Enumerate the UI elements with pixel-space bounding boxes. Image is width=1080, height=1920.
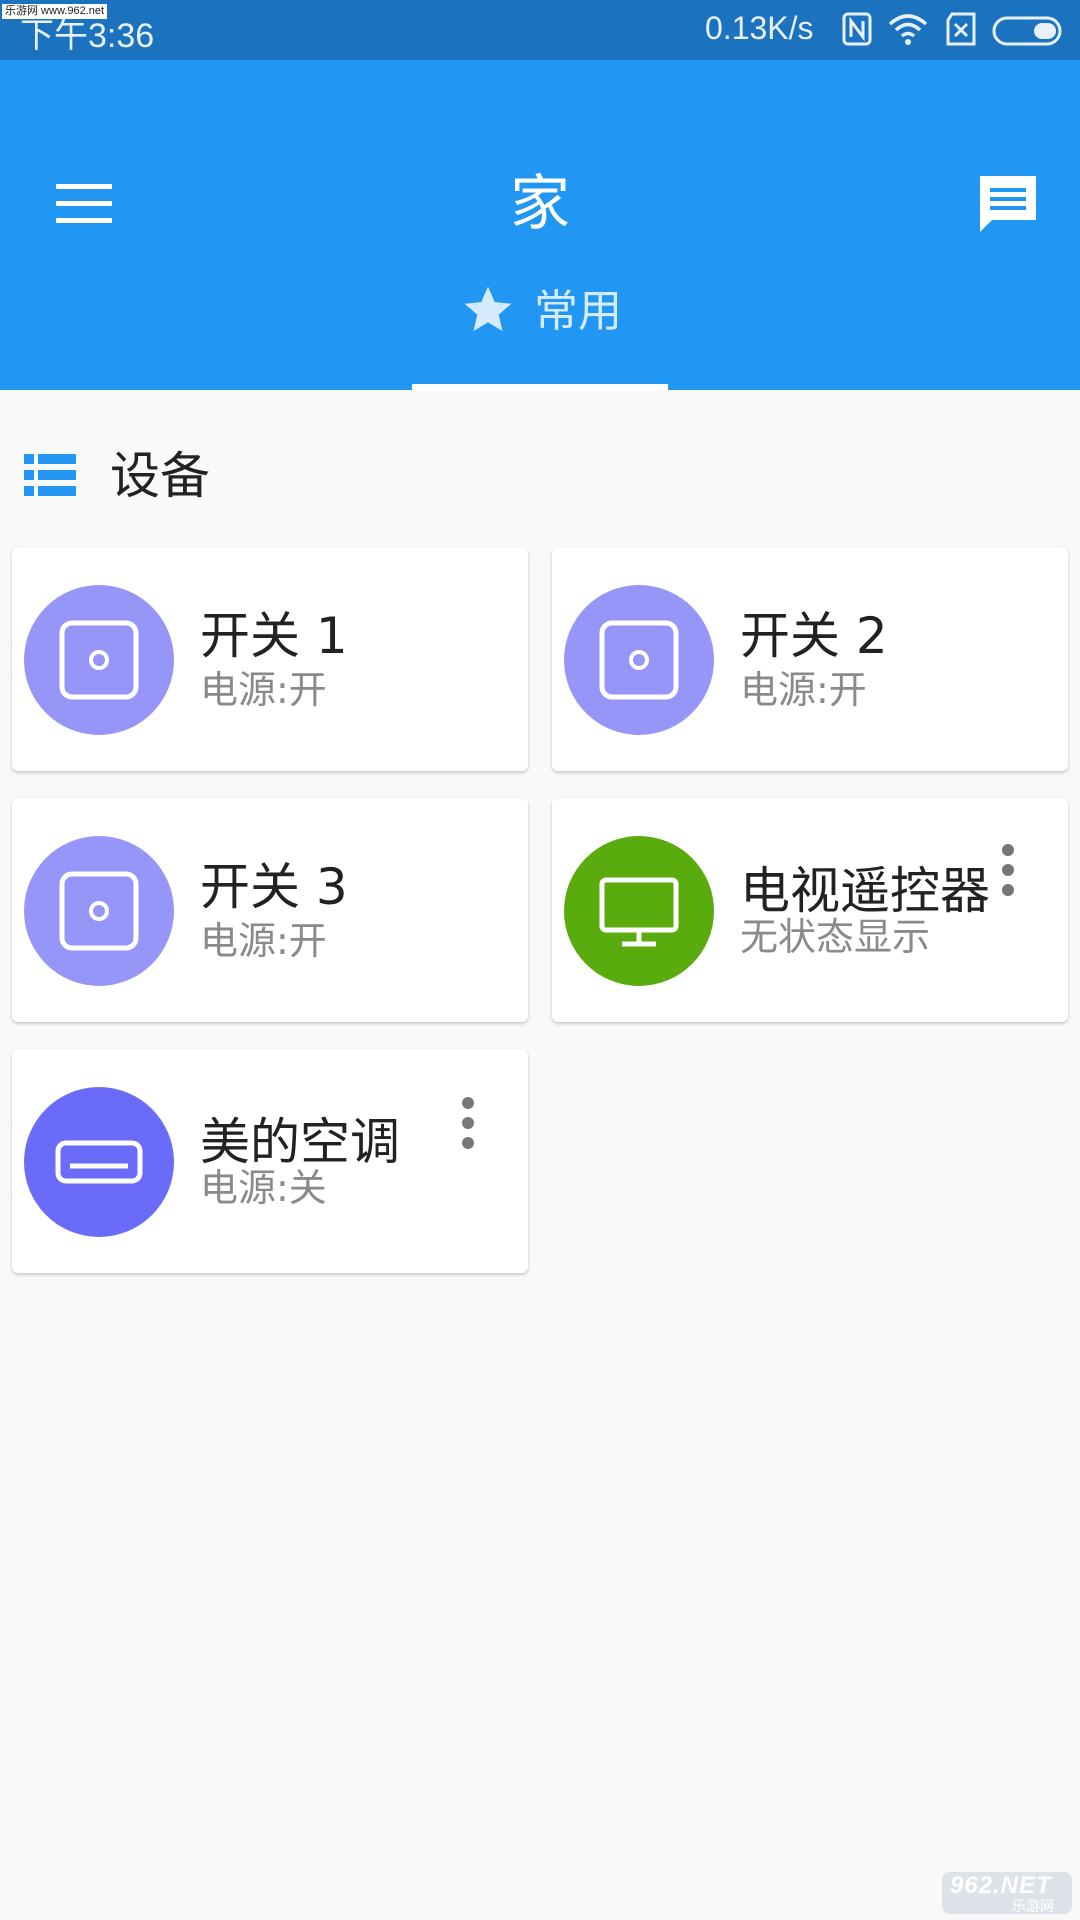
device-status: 电源:关: [200, 1166, 327, 1210]
network-speed: 0.13K/s: [705, 10, 814, 46]
tab-favorites[interactable]: 常用: [412, 270, 668, 390]
wifi-icon: [888, 14, 928, 45]
list-icon: [24, 454, 76, 496]
more-options-button[interactable]: [996, 842, 1020, 902]
device-icon-circle: [24, 585, 174, 735]
device-status: 无状态显示: [740, 915, 931, 959]
status-bar: 下午3:36 0.13K/s 乐游网 www.962.net: [0, 0, 1080, 60]
tab-indicator: [412, 384, 668, 390]
device-name: 开关 2: [740, 607, 888, 665]
device-status: 电源:开: [200, 668, 327, 712]
star-icon: [464, 286, 512, 331]
switch-icon: [59, 871, 139, 951]
device-icon-circle: [24, 836, 174, 986]
device-status: 电源:开: [200, 919, 327, 963]
air-conditioner-icon: [55, 1140, 143, 1184]
device-card-switch-1[interactable]: 开关 1 电源:开: [12, 547, 528, 771]
device-name: 电视遥控器: [740, 862, 990, 920]
section-title: 设备: [110, 447, 210, 505]
more-vert-icon: [462, 1097, 474, 1149]
device-name: 美的空调: [200, 1113, 400, 1171]
device-icon-circle: [564, 585, 714, 735]
switch-icon: [59, 620, 139, 700]
device-card-air-conditioner[interactable]: 美的空调 电源:关: [12, 1049, 528, 1273]
more-options-button[interactable]: [456, 1095, 480, 1155]
device-card-switch-3[interactable]: 开关 3 电源:开: [12, 798, 528, 1022]
no-sim-icon: [946, 12, 976, 46]
tv-icon: [599, 877, 679, 947]
watermark-text: 乐游网 www.962.net: [2, 4, 108, 19]
page-title: 家: [510, 169, 570, 239]
device-icon-circle: [24, 1087, 174, 1237]
device-card-switch-2[interactable]: 开关 2 电源:开: [552, 547, 1068, 771]
device-status: 电源:开: [740, 668, 867, 712]
more-vert-icon: [1002, 844, 1014, 896]
nfc-icon: [842, 12, 872, 46]
switch-icon: [599, 620, 679, 700]
tab-label: 常用: [534, 286, 622, 337]
device-card-tv-remote[interactable]: 电视遥控器 无状态显示: [552, 798, 1068, 1022]
message-icon: [980, 176, 1036, 232]
battery-icon: [992, 16, 1062, 46]
device-name: 开关 3: [200, 858, 348, 916]
device-name: 开关 1: [200, 607, 348, 665]
message-button[interactable]: [976, 172, 1040, 236]
device-icon-circle: [564, 836, 714, 986]
watermark-sub: 乐游网: [1012, 1899, 1054, 1915]
watermark-logo: 962.NET 乐游网: [942, 1872, 1072, 1915]
